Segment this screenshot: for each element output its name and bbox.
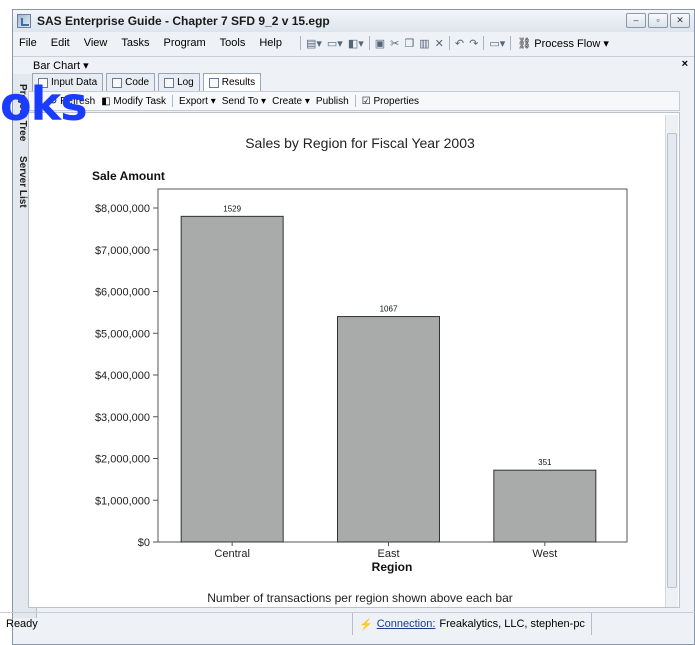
send-to-label: Send To — [221, 95, 259, 107]
tab-label: Log — [177, 77, 194, 88]
scrollbar-thumb[interactable] — [667, 133, 677, 588]
modify-task-label: Modify Task — [113, 95, 167, 107]
process-flow-label: Process Flow — [534, 37, 601, 50]
export-label: Export — [179, 95, 208, 107]
y-tick-label: $3,000,000 — [95, 412, 150, 424]
menu-help[interactable]: Help — [259, 37, 282, 49]
undo-icon[interactable]: ↶ — [455, 37, 464, 50]
menu-bar: File Edit View Tasks Program Tools Help … — [13, 33, 694, 53]
connection-icon: ⚡ — [359, 618, 373, 631]
results-toolbar: ↻ Refresh ◧ Modify Task Export ▾ Send To… — [28, 91, 680, 111]
log-icon — [164, 77, 175, 88]
y-tick-label: $1,000,000 — [95, 495, 150, 507]
new-icon[interactable]: ▤▾ — [306, 37, 322, 50]
menu-view[interactable]: View — [84, 37, 108, 49]
restore-button[interactable]: ▫ — [648, 13, 668, 28]
main-toolbar: ▤▾ ▭▾ ◧▾ ▣ ✂ ❐ ▥ ✕ ↶ ↷ ▭▾ — [299, 36, 512, 50]
close-doc-icon[interactable]: × — [682, 58, 688, 70]
code-icon — [112, 77, 123, 88]
y-tick-label: $6,000,000 — [95, 287, 150, 299]
process-flow-button[interactable]: ⛓ Process Flow ▾ — [517, 37, 609, 50]
modify-task-button[interactable]: ◧ Modify Task — [101, 96, 166, 107]
window-title: SAS Enterprise Guide - Chapter 7 SFD 9_2… — [37, 14, 330, 28]
x-axis-title: Region — [372, 560, 413, 574]
properties-button[interactable]: ☑ Properties — [362, 96, 419, 107]
status-bar: Ready ⚡ Connection: Freakalytics, LLC, s… — [0, 612, 695, 635]
bar-data-label: 1529 — [223, 204, 241, 213]
bar-central[interactable] — [180, 215, 284, 543]
process-flow-icon: ⛓ — [517, 37, 532, 50]
toolbar-separator — [354, 95, 356, 107]
properties-label: Properties — [373, 95, 420, 107]
watermark-text: oks — [0, 77, 88, 131]
x-tick-label: East — [377, 548, 399, 560]
connection-value: Freakalytics, LLC, stephen-pc — [439, 618, 585, 630]
open-icon[interactable]: ▭▾ — [327, 37, 343, 50]
tab-results[interactable]: Results — [202, 73, 262, 91]
delete-icon[interactable]: ✕ — [435, 37, 444, 50]
vertical-scrollbar[interactable] — [665, 115, 678, 607]
paste-icon[interactable]: ▥ — [419, 37, 429, 50]
x-tick-label: Central — [214, 548, 249, 560]
send-to-button[interactable]: Send To ▾ — [222, 96, 266, 107]
minimize-button[interactable]: – — [626, 13, 646, 28]
bar-west[interactable] — [493, 469, 597, 543]
doc-tab-label: Bar Chart — [33, 60, 81, 72]
publish-button[interactable]: Publish — [316, 96, 349, 107]
cut-icon[interactable]: ✂ — [390, 37, 399, 50]
sas-app-icon — [17, 14, 31, 28]
export-button[interactable]: Export ▾ — [179, 96, 216, 107]
bar-chart-doc-tab[interactable]: Bar Chart ▾ — [33, 59, 89, 72]
document-bar: Bar Chart ▾ × — [13, 56, 694, 74]
menu-tools[interactable]: Tools — [220, 37, 246, 49]
y-tick-label: $0 — [138, 537, 150, 549]
y-tick-label: $5,000,000 — [95, 328, 150, 340]
menu-file[interactable]: File — [19, 37, 37, 49]
toolbar-separator — [510, 36, 512, 50]
publish-label: Publish — [315, 95, 349, 107]
bars: 1529 Central 1067 East 351 West — [180, 204, 597, 560]
create-button[interactable]: Create ▾ — [272, 96, 310, 107]
bar-data-label: 351 — [538, 458, 552, 467]
x-tick-label: West — [532, 548, 557, 560]
menu-program[interactable]: Program — [163, 37, 205, 49]
toolbar-separator — [172, 95, 174, 107]
copy-icon[interactable]: ❐ — [404, 37, 414, 50]
results-icon — [208, 77, 219, 88]
create-label: Create — [272, 95, 303, 107]
bar-east[interactable] — [337, 316, 440, 543]
redo-icon[interactable]: ↷ — [469, 37, 478, 50]
bar-data-label: 1067 — [380, 305, 398, 314]
tab-code[interactable]: Code — [106, 73, 156, 91]
print-icon[interactable]: ▣ — [375, 37, 385, 50]
tab-label: Code — [125, 77, 150, 88]
toolbar-separator — [483, 36, 485, 50]
toolbar-separator — [368, 36, 370, 50]
toolbar-separator — [448, 36, 450, 50]
tab-label: Results — [221, 77, 256, 88]
connection-status[interactable]: ⚡ Connection: Freakalytics, LLC, stephen… — [352, 613, 592, 635]
side-server-list[interactable]: Server List — [17, 156, 28, 208]
y-tick-label: $2,000,000 — [95, 454, 150, 466]
chart-title: Sales by Region for Fiscal Year 2003 — [245, 135, 475, 151]
y-axis-title: Sale Amount — [92, 169, 165, 183]
toolbar-separator — [299, 36, 301, 50]
menu-tasks[interactable]: Tasks — [121, 37, 149, 49]
y-tick-label: $4,000,000 — [95, 370, 150, 382]
menu-edit[interactable]: Edit — [51, 37, 70, 49]
y-tick-label: $8,000,000 — [95, 203, 150, 215]
add-data-icon[interactable]: ◧▾ — [348, 37, 364, 50]
chart-footnote: Number of transactions per region shown … — [207, 591, 513, 605]
title-bar[interactable]: SAS Enterprise Guide - Chapter 7 SFD 9_2… — [13, 10, 694, 32]
y-tick-label: $7,000,000 — [95, 245, 150, 257]
close-button[interactable]: ✕ — [670, 13, 690, 28]
bar-chart: Sales by Region for Fiscal Year 2003 Sal… — [92, 135, 628, 605]
status-ready: Ready — [6, 617, 38, 630]
tab-log[interactable]: Log — [158, 73, 200, 91]
window-layout-icon[interactable]: ▭▾ — [489, 37, 505, 50]
window-controls: – ▫ ✕ — [626, 13, 690, 28]
y-axis: $0 $1,000,000 $2,000,000 $3,000,000 $4,000,0… — [95, 203, 158, 549]
connection-label[interactable]: Connection: — [377, 618, 436, 630]
